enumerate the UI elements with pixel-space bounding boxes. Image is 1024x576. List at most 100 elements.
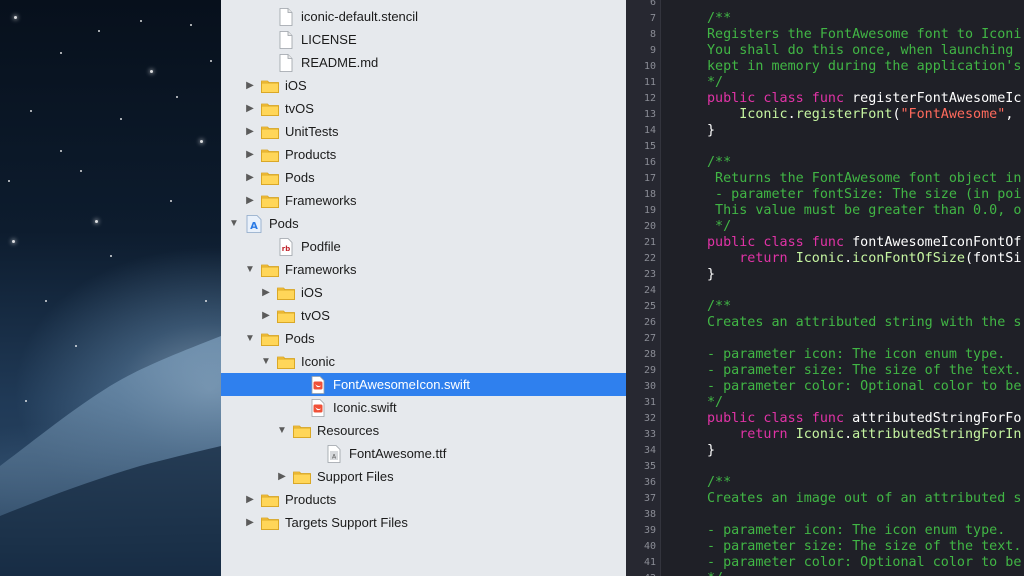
line-number: 32 bbox=[643, 413, 656, 424]
navigator-row[interactable]: ▶ iOS bbox=[221, 74, 626, 97]
line-number: 27 bbox=[643, 333, 656, 344]
navigator-row[interactable]: ▼ Resources bbox=[221, 419, 626, 442]
navigator-row[interactable]: ▶ iOS bbox=[221, 281, 626, 304]
disclosure-triangle-collapsed-icon[interactable]: ▶ bbox=[244, 494, 256, 506]
code-line: /** bbox=[707, 475, 731, 491]
code-token-keyword: return bbox=[739, 427, 796, 442]
navigator-row[interactable]: iconic-default.stencil bbox=[221, 5, 626, 28]
code-token-plain: attributedStringForFo bbox=[852, 411, 1022, 426]
navigator-row[interactable]: ▼ Frameworks bbox=[221, 258, 626, 281]
navigator-row[interactable]: ▶ Products bbox=[221, 488, 626, 511]
document-icon bbox=[276, 53, 296, 72]
code-line: - parameter color: Optional color to be bbox=[707, 555, 1021, 571]
navigator-row[interactable]: ▼ Pods bbox=[221, 327, 626, 350]
line-number: 23 bbox=[643, 269, 656, 280]
disclosure-triangle-collapsed-icon[interactable]: ▶ bbox=[244, 149, 256, 161]
navigator-row-label: LICENSE bbox=[301, 32, 357, 47]
disclosure-triangle-collapsed-icon[interactable]: ▶ bbox=[244, 80, 256, 92]
code-token-type: Iconic bbox=[795, 251, 845, 266]
navigator-row-label: Products bbox=[285, 492, 337, 507]
document-icon bbox=[276, 7, 296, 26]
code-token-comment: */ bbox=[707, 219, 732, 234]
disclosure-triangle-collapsed-icon[interactable]: ▶ bbox=[244, 126, 256, 138]
star bbox=[170, 200, 172, 202]
navigator-row[interactable]: ▶ Targets Support Files bbox=[221, 511, 626, 534]
navigator-row[interactable]: LICENSE bbox=[221, 28, 626, 51]
star bbox=[205, 300, 207, 302]
code-token-keyword: return bbox=[739, 251, 796, 266]
code-line: - parameter size: The size of the text. bbox=[707, 363, 1021, 379]
navigator-row[interactable]: ▶ tvOS bbox=[221, 304, 626, 327]
navigator-row-label: tvOS bbox=[285, 101, 314, 116]
disclosure-triangle-expanded-icon[interactable]: ▼ bbox=[228, 218, 240, 230]
disclosure-triangle-collapsed-icon[interactable]: ▶ bbox=[276, 471, 288, 483]
code-line: Iconic.registerFont("FontAwesome", bbox=[707, 107, 1021, 123]
line-number: 37 bbox=[643, 493, 656, 504]
line-number: 10 bbox=[643, 61, 656, 72]
line-number: 12 bbox=[643, 93, 656, 104]
navigator-row[interactable]: ▶ UnitTests bbox=[221, 120, 626, 143]
folder-icon bbox=[260, 261, 280, 279]
navigator-row[interactable]: ▶ Products bbox=[221, 143, 626, 166]
disclosure-triangle-collapsed-icon[interactable]: ▶ bbox=[244, 103, 256, 115]
line-number: 41 bbox=[643, 557, 656, 568]
line-number: 38 bbox=[643, 509, 656, 520]
disclosure-triangle-expanded-icon[interactable]: ▼ bbox=[244, 264, 256, 276]
star bbox=[210, 60, 212, 62]
wallpaper-mountain bbox=[0, 336, 221, 576]
navigator-row[interactable]: ▼ A Pods bbox=[221, 212, 626, 235]
disclosure-triangle-collapsed-icon[interactable]: ▶ bbox=[260, 310, 272, 322]
disclosure-placeholder bbox=[260, 241, 272, 253]
line-number: 26 bbox=[643, 317, 656, 328]
navigator-row[interactable]: Iconic.swift bbox=[221, 396, 626, 419]
line-number: 29 bbox=[643, 365, 656, 376]
line-number: 8 bbox=[649, 29, 656, 40]
swift-file-icon bbox=[308, 375, 328, 394]
folder-icon bbox=[292, 468, 312, 486]
code-line: /** bbox=[707, 299, 731, 315]
disclosure-triangle-collapsed-icon[interactable]: ▶ bbox=[244, 172, 256, 184]
code-line: /** bbox=[707, 155, 731, 171]
code-line: You shall do this once, when launching bbox=[707, 43, 1013, 59]
folder-icon bbox=[292, 422, 312, 440]
disclosure-triangle-collapsed-icon[interactable]: ▶ bbox=[244, 517, 256, 529]
star bbox=[110, 255, 112, 257]
code-token-comment: /** bbox=[707, 299, 732, 314]
navigator-row[interactable]: A FontAwesome.ttf bbox=[221, 442, 626, 465]
navigator-row[interactable]: ▶ Support Files bbox=[221, 465, 626, 488]
navigator-row-label: FontAwesomeIcon.swift bbox=[333, 377, 471, 392]
code-line: kept in memory during the application's bbox=[707, 59, 1021, 75]
code-token-comment: Creates an attributed string with the s bbox=[707, 315, 1022, 330]
navigator-row[interactable]: ▶ tvOS bbox=[221, 97, 626, 120]
line-number: 21 bbox=[643, 237, 656, 248]
navigator-row[interactable]: ▶ Frameworks bbox=[221, 189, 626, 212]
navigator-row[interactable]: FontAwesomeIcon.swift bbox=[221, 373, 626, 396]
line-number: 13 bbox=[643, 109, 656, 120]
disclosure-triangle-expanded-icon[interactable]: ▼ bbox=[244, 333, 256, 345]
navigator-row[interactable]: rb Podfile bbox=[221, 235, 626, 258]
code-token-plain: } bbox=[707, 123, 716, 138]
navigator-row[interactable]: ▼ Iconic bbox=[221, 350, 626, 373]
disclosure-triangle-collapsed-icon[interactable]: ▶ bbox=[260, 287, 272, 299]
code-token-plain: , bbox=[1005, 107, 1022, 122]
disclosure-placeholder bbox=[260, 34, 272, 46]
folder-icon bbox=[276, 307, 296, 325]
code-editor[interactable]: 6 7 8 9 10 11 12 13 14 15 16 17 18 19 20 21 22 23 24 25 26 27… bbox=[626, 0, 1024, 576]
navigator-row-label: Resources bbox=[317, 423, 380, 438]
star bbox=[8, 180, 10, 182]
code-token-plain: . bbox=[787, 107, 796, 122]
disclosure-triangle-collapsed-icon[interactable]: ▶ bbox=[244, 195, 256, 207]
folder-icon bbox=[260, 491, 280, 509]
folder-icon bbox=[260, 169, 280, 187]
disclosure-triangle-expanded-icon[interactable]: ▼ bbox=[260, 356, 272, 368]
code-line: - parameter icon: The icon enum type. bbox=[707, 523, 1005, 539]
line-number: 16 bbox=[643, 157, 656, 168]
navigator-row[interactable]: README.md bbox=[221, 51, 626, 74]
disclosure-triangle-expanded-icon[interactable]: ▼ bbox=[276, 425, 288, 437]
code-line: public class func registerFontAwesomeIc bbox=[707, 91, 1021, 107]
code-token-plain: } bbox=[707, 267, 716, 282]
code-token-comment: - parameter size: The size of the text. bbox=[707, 363, 1022, 378]
navigator-row[interactable]: ▶ Pods bbox=[221, 166, 626, 189]
